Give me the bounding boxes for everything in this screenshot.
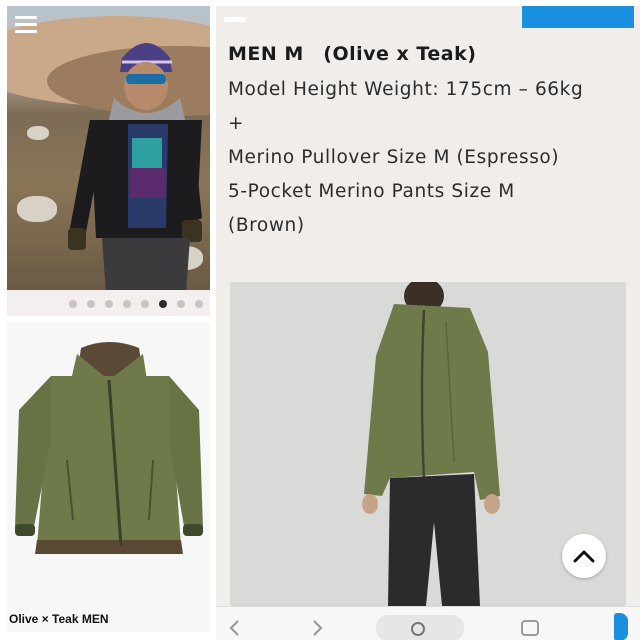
rock [27,126,49,140]
chevron-up-icon [573,550,595,563]
product-title: MEN M (Olive x Teak) [228,43,477,65]
description-line: + [228,113,245,134]
browser-toolbar [216,606,640,640]
app-logo-icon[interactable] [614,613,628,640]
olive-jacket-image [15,342,203,554]
forward-icon[interactable] [308,619,326,637]
carousel-dot[interactable] [105,300,113,308]
description-line: 5-Pocket Merino Pants Size M [228,181,515,202]
search-icon [411,622,425,636]
menu-icon[interactable] [15,16,37,34]
address-pill[interactable] [376,615,464,640]
scroll-to-top-button[interactable] [562,534,606,578]
jacket-product-photo[interactable]: Olive × Teak MEN [7,322,210,632]
carousel-dot[interactable] [69,300,77,308]
product-description-panel: MEN M (Olive x Teak) Model Height Weight… [216,6,640,640]
product-caption: Olive × Teak MEN [9,612,109,626]
model-figure [362,282,500,606]
rock [17,196,57,222]
carousel-dots[interactable] [7,290,210,316]
carousel-dot[interactable] [177,300,185,308]
description-line: Merino Pullover Size M (Espresso) [228,147,560,168]
carousel-dot-active[interactable] [159,300,167,308]
back-icon[interactable] [226,619,244,637]
carousel-dot[interactable] [123,300,131,308]
carousel-dot[interactable] [141,300,149,308]
carousel-dot[interactable] [195,300,203,308]
header-bar-remnant [224,17,246,22]
description-line: Model Height Weight: 175cm – 66kg [228,79,584,100]
hiker-photo[interactable] [7,6,210,290]
description-line: (Brown) [228,215,305,236]
hiker-figure [68,43,202,290]
tabs-icon[interactable] [520,619,540,637]
carousel-dot[interactable] [87,300,95,308]
top-accent-bar [522,6,634,28]
